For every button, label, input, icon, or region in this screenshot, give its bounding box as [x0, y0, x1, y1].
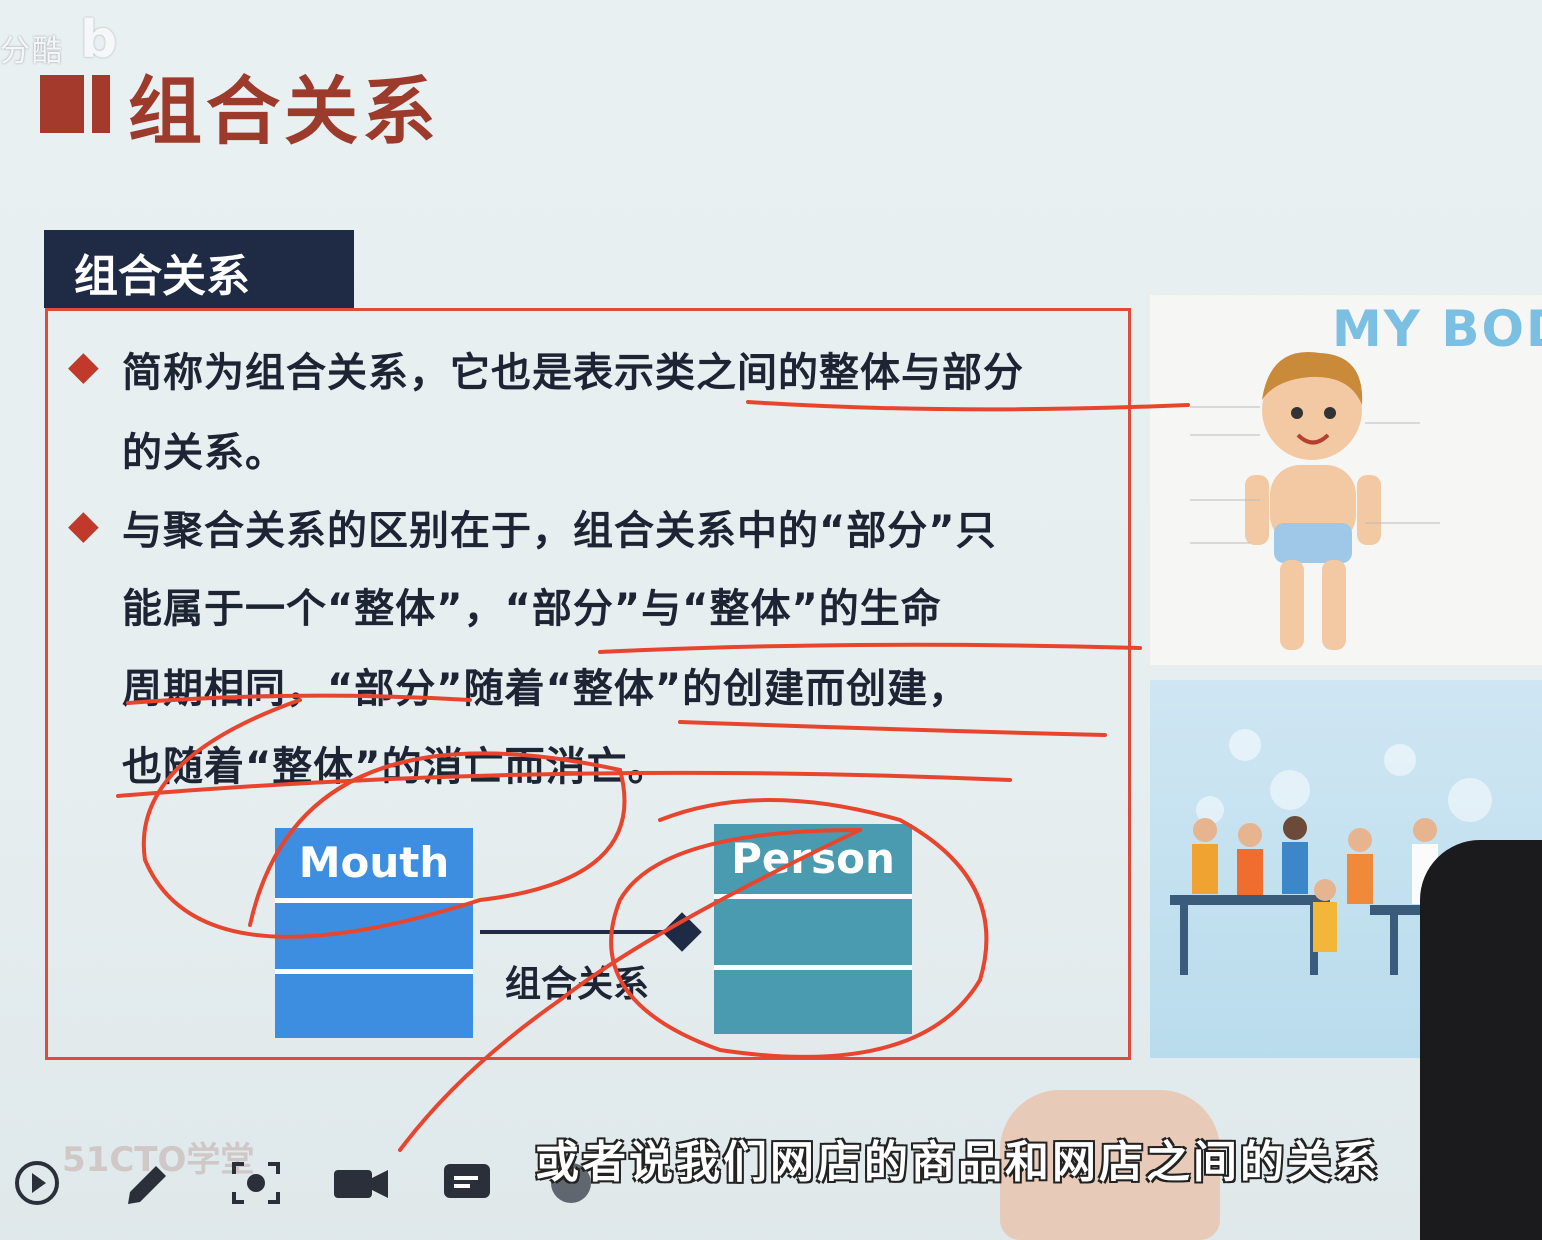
video-subtitle: 或者说我们网店的商品和网店之间的关系: [535, 1137, 1381, 1188]
camera-icon[interactable]: [332, 1160, 388, 1206]
play-icon[interactable]: [14, 1160, 60, 1206]
annotation-overlay: [116, 400, 1190, 1152]
comment-icon[interactable]: [442, 1160, 490, 1206]
screenshot-icon[interactable]: [230, 1160, 280, 1206]
pen-icon[interactable]: [120, 1160, 166, 1206]
